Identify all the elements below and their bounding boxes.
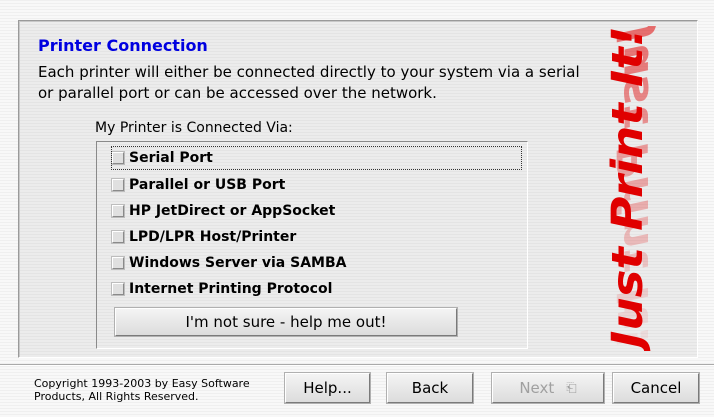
help-button[interactable]: Help... — [285, 373, 370, 403]
option-label: HP JetDirect or AppSocket — [129, 203, 336, 219]
page-title: Printer Connection — [38, 36, 208, 55]
cancel-button[interactable]: Cancel — [613, 373, 699, 403]
checkbox-icon[interactable] — [112, 283, 124, 295]
next-button[interactable]: Next ⎗ — [492, 373, 604, 403]
page-description: Each printer will either be connected di… — [38, 63, 580, 102]
back-button[interactable]: Back — [387, 373, 473, 403]
option-label: Serial Port — [129, 150, 213, 166]
checkbox-icon[interactable] — [112, 179, 124, 191]
enter-key-icon: ⎗ — [566, 380, 577, 396]
checkbox-icon[interactable] — [112, 205, 124, 217]
connection-group-label: My Printer is Connected Via: — [95, 120, 293, 136]
just-print-it-logo: Just Print It! Just Print It! — [604, 26, 659, 351]
checkbox-icon[interactable] — [112, 231, 124, 243]
help-me-out-button[interactable]: I'm not sure - help me out! — [115, 308, 457, 336]
copyright-text: Copyright 1993-2003 by Easy Software Pro… — [34, 377, 274, 403]
logo-text: Just Print It! — [604, 26, 653, 351]
checkbox-icon[interactable] — [112, 257, 124, 269]
next-label: Next — [519, 379, 555, 397]
copyright-line-2: Products, All Rights Reserved. — [34, 390, 199, 403]
footer-divider — [0, 364, 714, 366]
option-label: Parallel or USB Port — [129, 177, 286, 193]
option-label: LPD/LPR Host/Printer — [129, 229, 297, 245]
option-label: Windows Server via SAMBA — [129, 255, 347, 271]
wizard-window: Printer Connection Each printer will eit… — [0, 0, 714, 417]
option-parallel-usb[interactable]: Parallel or USB Port — [112, 174, 285, 196]
copyright-line-1: Copyright 1993-2003 by Easy Software — [34, 377, 250, 390]
option-label: Internet Printing Protocol — [129, 281, 333, 297]
option-ipp[interactable]: Internet Printing Protocol — [112, 278, 332, 300]
option-hp-jetdirect[interactable]: HP JetDirect or AppSocket — [112, 200, 335, 222]
option-lpd-lpr[interactable]: LPD/LPR Host/Printer — [112, 226, 296, 248]
checkbox-icon[interactable] — [112, 152, 124, 164]
option-serial-port[interactable]: Serial Port — [111, 146, 522, 170]
option-windows-samba[interactable]: Windows Server via SAMBA — [112, 252, 346, 274]
